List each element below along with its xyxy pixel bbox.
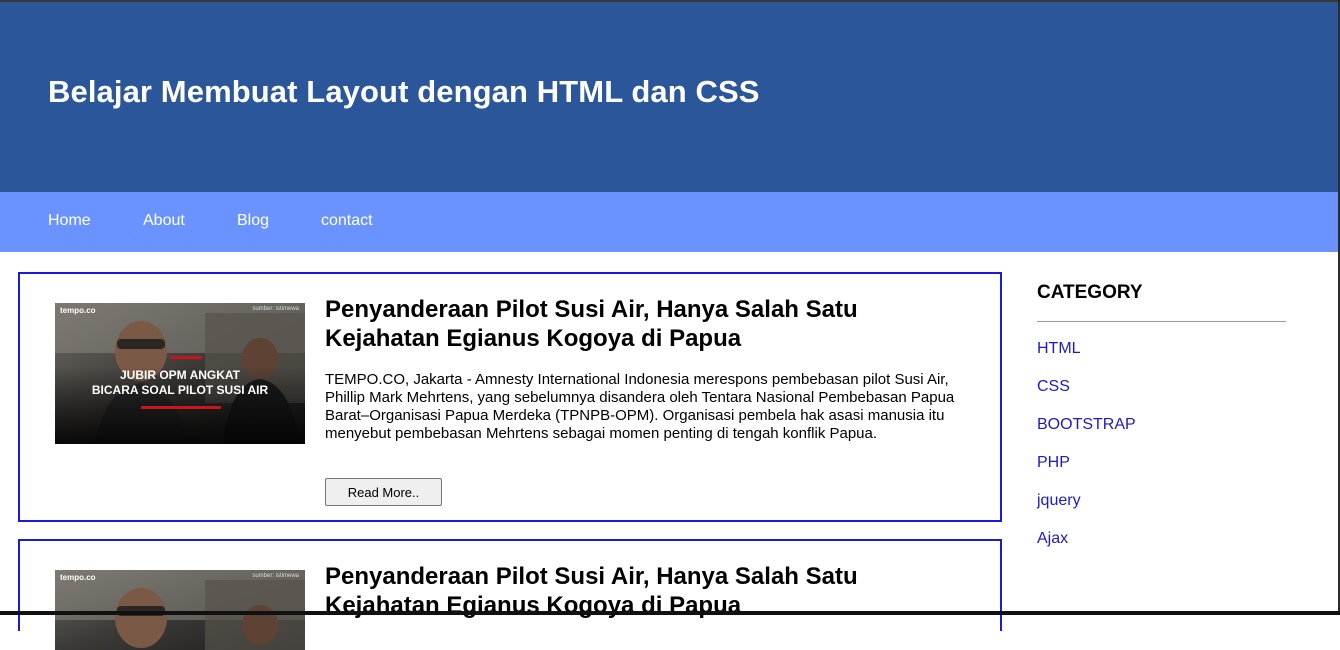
thumbnail-brand: tempo.co [60,306,96,315]
sidebar-heading: CATEGORY [1037,282,1143,303]
article-thumbnail-image [55,570,305,650]
article-title[interactable]: Penyanderaan Pilot Susi Air, Hanya Salah… [325,295,965,353]
category-link-html[interactable]: HTML [1037,340,1081,358]
sidebar-divider [1037,321,1286,322]
nav-contact[interactable]: contact [321,212,373,230]
nav-home[interactable]: Home [48,212,91,230]
category-link-bootstrap[interactable]: BOOTSTRAP [1037,416,1136,434]
category-link-jquery[interactable]: jquery [1037,492,1081,510]
category-link-php[interactable]: PHP [1037,454,1070,472]
thumbnail-credit: sumber: istimewa [252,306,299,312]
thumbnail-credit: sumber: istimewa [252,573,299,579]
nav-blog[interactable]: Blog [237,212,269,230]
site-header: Belajar Membuat Layout dengan HTML dan C… [0,2,1338,192]
category-link-ajax[interactable]: Ajax [1037,530,1068,548]
window-bottom-border [0,611,1340,615]
article-card: tempo.co sumber: istimewa JUBIR OPM ANGK… [18,272,1002,522]
thumbnail-caption-line2: BICARA SOAL PILOT SUSI AIR [91,383,269,397]
category-link-css[interactable]: CSS [1037,378,1070,396]
read-more-button[interactable]: Read More.. [325,478,442,506]
article-thumbnail: tempo.co sumber: istimewa [55,570,305,650]
article-excerpt: TEMPO.CO, Jakarta - Amnesty Internationa… [325,371,955,442]
article-thumbnail: tempo.co sumber: istimewa JUBIR OPM ANGK… [55,303,305,444]
site-title: Belajar Membuat Layout dengan HTML dan C… [48,74,760,109]
category-sidebar: CATEGORY HTML CSS BOOTSTRAP PHP jquery A… [1037,282,1287,547]
article-card: tempo.co sumber: istimewa Penyanderaan P… [18,539,1002,650]
nav-about[interactable]: About [143,212,185,230]
thumbnail-brand: tempo.co [60,573,96,582]
main-nav: Home About Blog contact [0,192,1338,252]
thumbnail-caption-line1: JUBIR OPM ANGKAT [120,368,240,382]
